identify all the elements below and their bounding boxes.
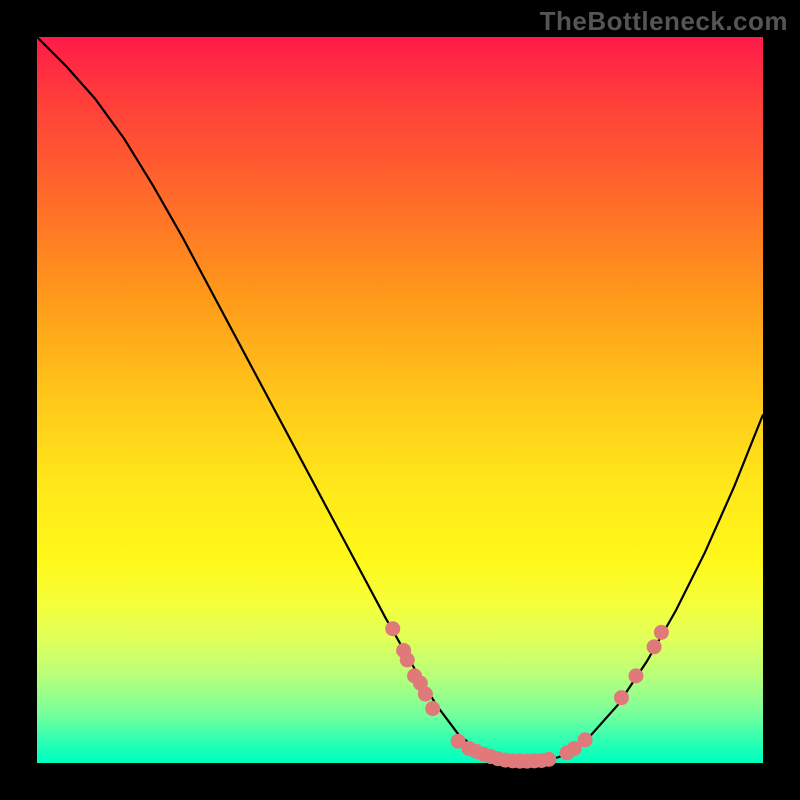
- watermark-text: TheBottleneck.com: [540, 6, 788, 37]
- data-point: [647, 639, 662, 654]
- data-point: [541, 752, 556, 767]
- data-point: [654, 625, 669, 640]
- data-point: [418, 687, 433, 702]
- data-point: [385, 621, 400, 636]
- data-point: [425, 701, 440, 716]
- plot-area: [37, 37, 763, 763]
- data-point: [400, 652, 415, 667]
- data-point: [614, 690, 629, 705]
- chart-frame: TheBottleneck.com: [0, 0, 800, 800]
- plot-svg: [37, 37, 763, 763]
- data-point: [628, 668, 643, 683]
- data-point: [578, 732, 593, 747]
